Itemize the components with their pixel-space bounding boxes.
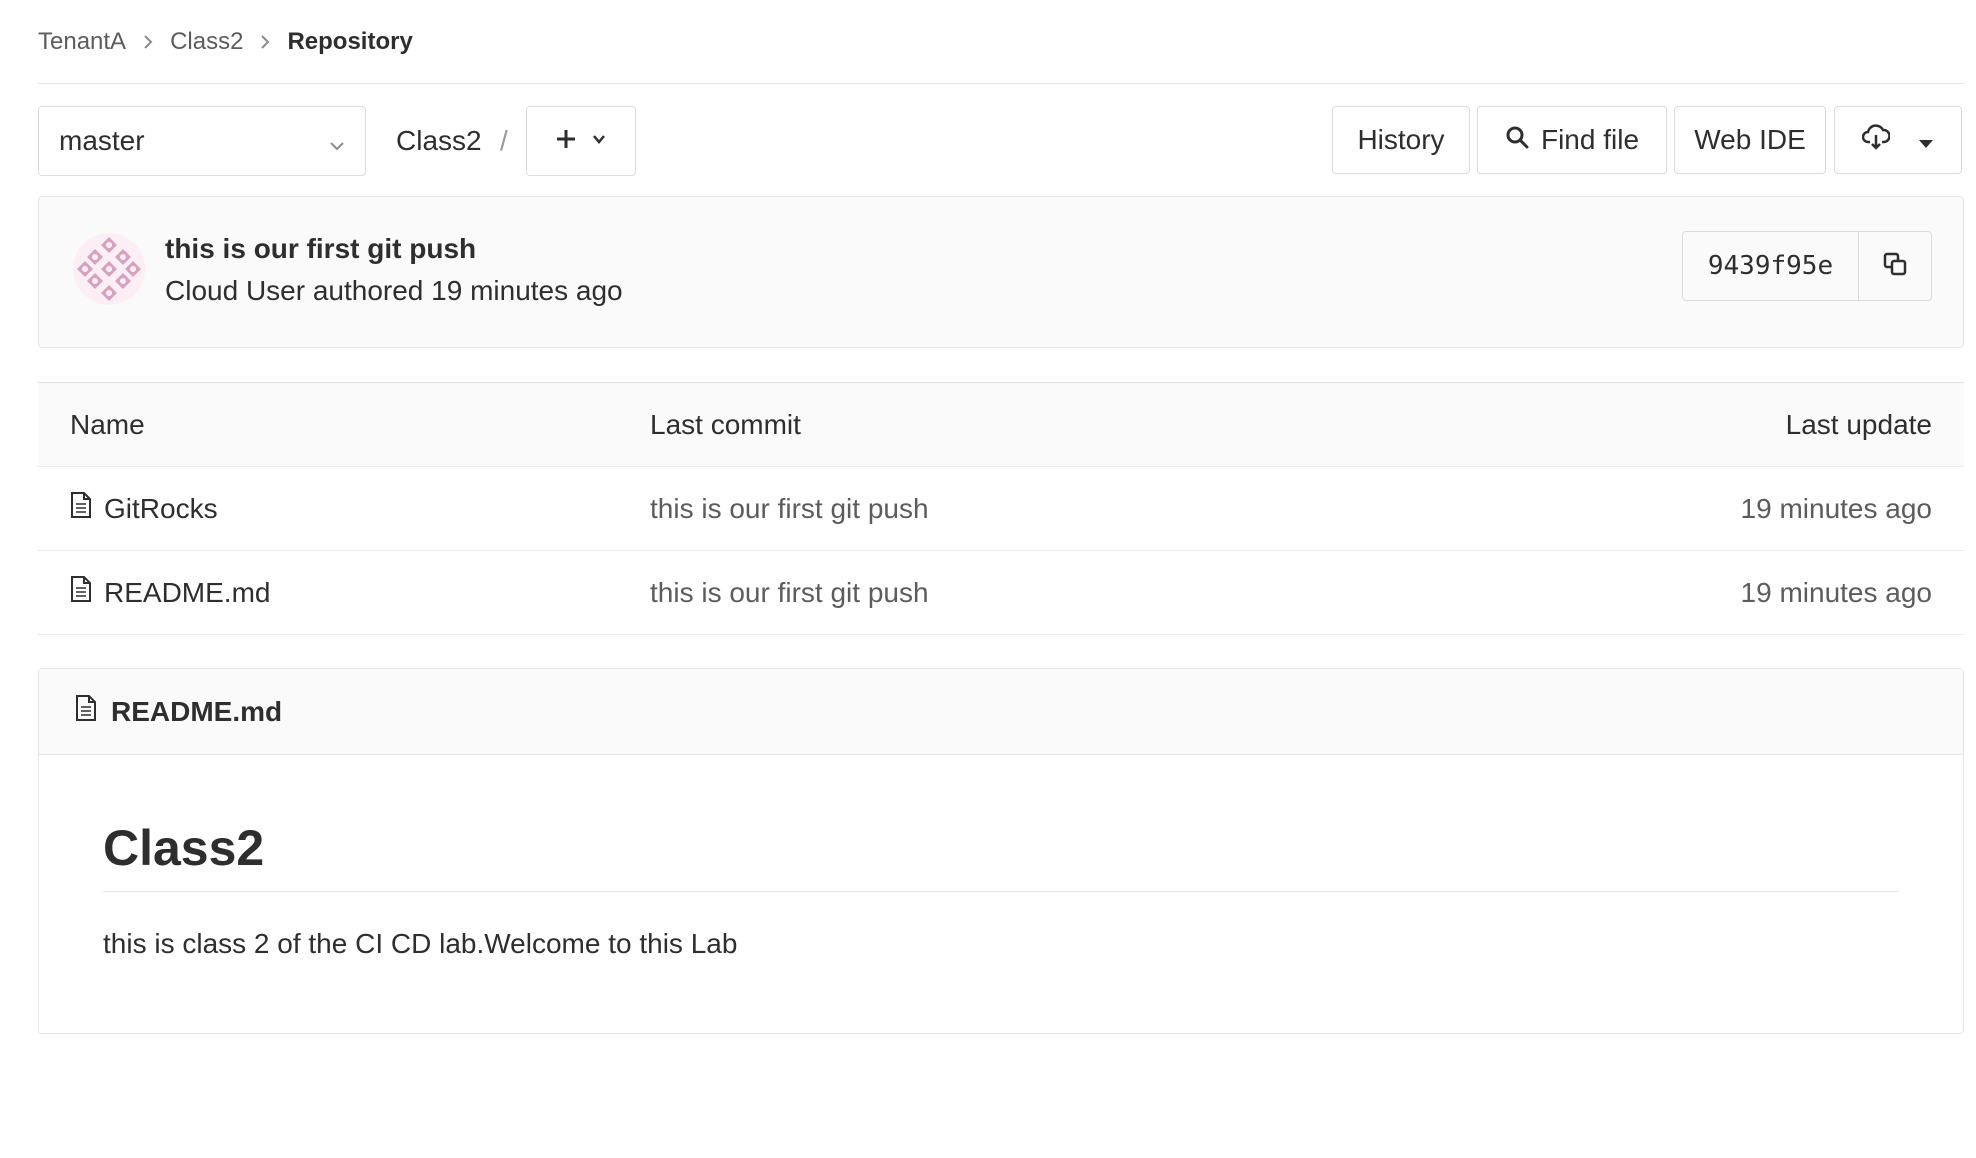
download-button[interactable]	[1834, 106, 1962, 174]
file-tree-table: Name Last commit Last update GitRocks th…	[38, 382, 1964, 635]
readme-heading: Class2	[103, 819, 1899, 892]
breadcrumb-item-project[interactable]: Class2	[170, 28, 243, 56]
file-last-commit[interactable]: this is our first git push	[650, 467, 929, 550]
file-name-cell: GitRocks	[70, 467, 218, 550]
web-ide-button[interactable]: Web IDE	[1674, 106, 1826, 174]
readme-content: Class2 this is class 2 of the CI CD lab.…	[39, 819, 1963, 960]
readme-filename[interactable]: README.md	[111, 696, 282, 728]
repository-nav: master Class2 / History Find file Web ID…	[38, 84, 1964, 196]
history-button[interactable]: History	[1332, 106, 1470, 174]
avatar[interactable]	[73, 233, 145, 305]
chevron-right-icon	[259, 34, 271, 50]
file-name-link[interactable]: GitRocks	[104, 493, 218, 525]
plus-icon	[555, 128, 577, 155]
branch-select[interactable]: master	[38, 106, 366, 176]
find-file-button-label: Find file	[1540, 124, 1640, 155]
readme-panel: README.md Class2 this is class 2 of the …	[38, 668, 1964, 1034]
last-commit-panel: this is our first git push Cloud User au…	[38, 196, 1964, 348]
web-ide-button-label: Web IDE	[1694, 124, 1806, 155]
find-file-button[interactable]: Find file	[1477, 106, 1667, 174]
history-button-label: History	[1357, 124, 1445, 155]
copy-sha-button[interactable]	[1859, 232, 1931, 300]
file-name-link[interactable]: README.md	[104, 577, 270, 609]
file-last-update: 19 minutes ago	[1740, 576, 1932, 608]
path-separator: /	[500, 125, 508, 156]
copy-icon	[1882, 251, 1908, 282]
commit-sha-group: 9439f95e	[1682, 231, 1932, 301]
chevron-right-icon	[142, 34, 154, 50]
column-header-name: Name	[70, 408, 145, 440]
commit-title[interactable]: this is our first git push	[165, 233, 476, 265]
file-icon	[70, 575, 92, 610]
table-row[interactable]: README.md this is our first git push 19 …	[38, 551, 1964, 635]
search-icon	[1505, 124, 1529, 156]
commit-sha[interactable]: 9439f95e	[1683, 232, 1859, 300]
add-new-dropdown[interactable]	[526, 106, 636, 176]
download-icon	[1861, 123, 1891, 157]
breadcrumb-item-tenant[interactable]: TenantA	[38, 28, 126, 56]
breadcrumb: TenantA Class2 Repository	[38, 0, 1964, 84]
repository-page: TenantA Class2 Repository master Class2 …	[38, 0, 1964, 1034]
repository-path[interactable]: Class2	[396, 106, 482, 176]
commit-author-meta: Cloud User authored 19 minutes ago	[165, 275, 623, 306]
file-last-update: 19 minutes ago	[1740, 492, 1932, 524]
column-header-last-update: Last update	[1785, 408, 1932, 440]
readme-paragraph: this is class 2 of the CI CD lab.Welcome…	[103, 928, 738, 959]
breadcrumb-item-repository[interactable]: Repository	[287, 28, 412, 56]
table-header: Name Last commit Last update	[38, 383, 1964, 467]
file-icon	[75, 694, 97, 729]
chevron-down-icon	[327, 131, 347, 163]
file-last-commit[interactable]: this is our first git push	[650, 551, 929, 634]
readme-header: README.md	[39, 669, 1963, 755]
chevron-down-icon	[591, 131, 607, 152]
file-icon	[70, 491, 92, 526]
branch-select-value: master	[59, 125, 145, 156]
column-header-last-commit: Last commit	[650, 408, 801, 440]
caret-down-icon	[1918, 124, 1934, 156]
table-row[interactable]: GitRocks this is our first git push 19 m…	[38, 467, 1964, 551]
file-name-cell: README.md	[70, 551, 270, 634]
